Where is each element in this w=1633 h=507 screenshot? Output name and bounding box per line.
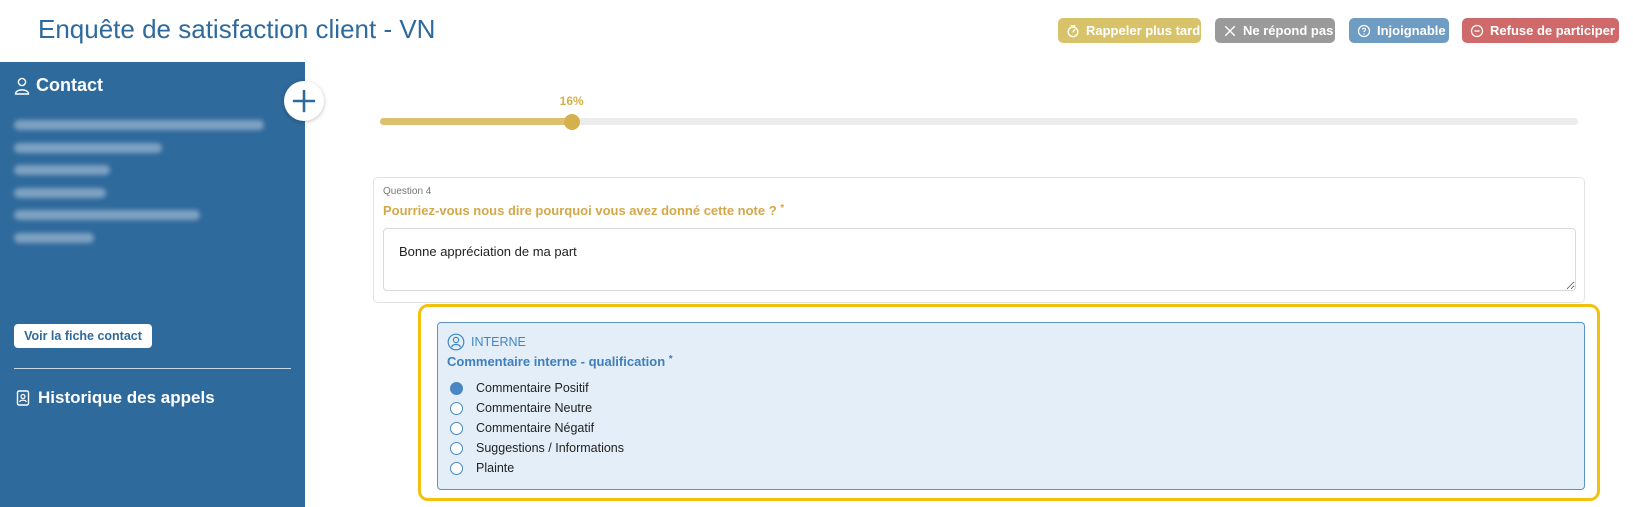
page-title: Enquête de satisfaction client - VN — [38, 14, 436, 44]
add-button[interactable] — [284, 81, 324, 121]
option-suggestions[interactable]: Suggestions / Informations — [450, 438, 624, 458]
progress-knob — [563, 113, 580, 130]
option-neutral[interactable]: Commentaire Neutre — [450, 398, 624, 418]
contact-heading-label: Contact — [36, 75, 103, 95]
progress-track — [380, 113, 1578, 130]
internal-question-label: Commentaire interne - qualification — [447, 354, 666, 369]
unreachable-button[interactable]: Injoignable — [1349, 18, 1449, 43]
internal-qualification-card: INTERNE Commentaire interne - qualificat… — [437, 322, 1585, 490]
no-answer-button[interactable]: Ne répond pas — [1215, 18, 1335, 43]
question-label: Pourriez-vous nous dire pourquoi vous av… — [383, 203, 777, 218]
refuse-label: Refuse de participer — [1490, 23, 1615, 38]
qualification-options: Commentaire Positif Commentaire Neutre C… — [450, 378, 624, 478]
phone-book-icon — [16, 390, 30, 406]
view-contact-button[interactable]: Voir la fiche contact — [14, 324, 152, 348]
option-label: Suggestions / Informations — [476, 441, 624, 455]
redacted-contact-details — [14, 120, 274, 255]
minus-circle-icon — [1470, 24, 1484, 37]
question-circle-icon — [1357, 24, 1371, 37]
internal-question: Commentaire interne - qualification * — [447, 354, 673, 369]
sidebar-divider — [14, 368, 291, 369]
callback-later-button[interactable]: Rappeler plus tard — [1058, 18, 1201, 43]
option-complaint[interactable]: Plainte — [450, 458, 624, 478]
callback-later-label: Rappeler plus tard — [1086, 23, 1201, 38]
internal-required-marker: * — [668, 354, 673, 365]
option-positive[interactable]: Commentaire Positif — [450, 378, 624, 398]
close-icon — [1224, 25, 1236, 36]
contact-heading: Contact — [14, 75, 103, 96]
progress-fill — [380, 118, 572, 125]
timer-icon — [1067, 24, 1079, 37]
radio-button[interactable] — [450, 421, 463, 435]
contact-sidebar: Contact Voir la fiche contact Historique… — [0, 62, 305, 507]
no-answer-label: Ne répond pas — [1243, 23, 1334, 38]
internal-tag-label: INTERNE — [471, 335, 526, 349]
question-number: Question 4 — [383, 186, 432, 197]
internal-tag: INTERNE — [447, 333, 526, 351]
radio-button[interactable] — [450, 381, 463, 395]
call-history-link[interactable]: Historique des appels — [16, 388, 215, 408]
user-circle-icon — [447, 333, 465, 351]
progress-percent-label: 16% — [559, 94, 584, 108]
required-marker: * — [780, 203, 785, 214]
option-label: Commentaire Négatif — [476, 421, 595, 435]
survey-progress: 16% — [380, 94, 1578, 130]
radio-button[interactable] — [450, 401, 463, 415]
answer-textarea[interactable]: Bonne appréciation de ma part — [383, 228, 1576, 291]
option-label: Commentaire Neutre — [476, 401, 593, 415]
radio-button[interactable] — [450, 461, 463, 475]
user-icon — [14, 77, 30, 95]
call-history-label: Historique des appels — [38, 388, 215, 407]
question-text: Pourriez-vous nous dire pourquoi vous av… — [383, 203, 784, 218]
option-label: Commentaire Positif — [476, 381, 589, 395]
question-card: Question 4 Pourriez-vous nous dire pourq… — [373, 177, 1585, 303]
option-negative[interactable]: Commentaire Négatif — [450, 418, 624, 438]
radio-button[interactable] — [450, 441, 463, 455]
plus-icon — [292, 89, 316, 113]
refuse-button[interactable]: Refuse de participer — [1462, 18, 1619, 43]
option-label: Plainte — [476, 461, 515, 475]
unreachable-label: Injoignable — [1377, 23, 1446, 38]
